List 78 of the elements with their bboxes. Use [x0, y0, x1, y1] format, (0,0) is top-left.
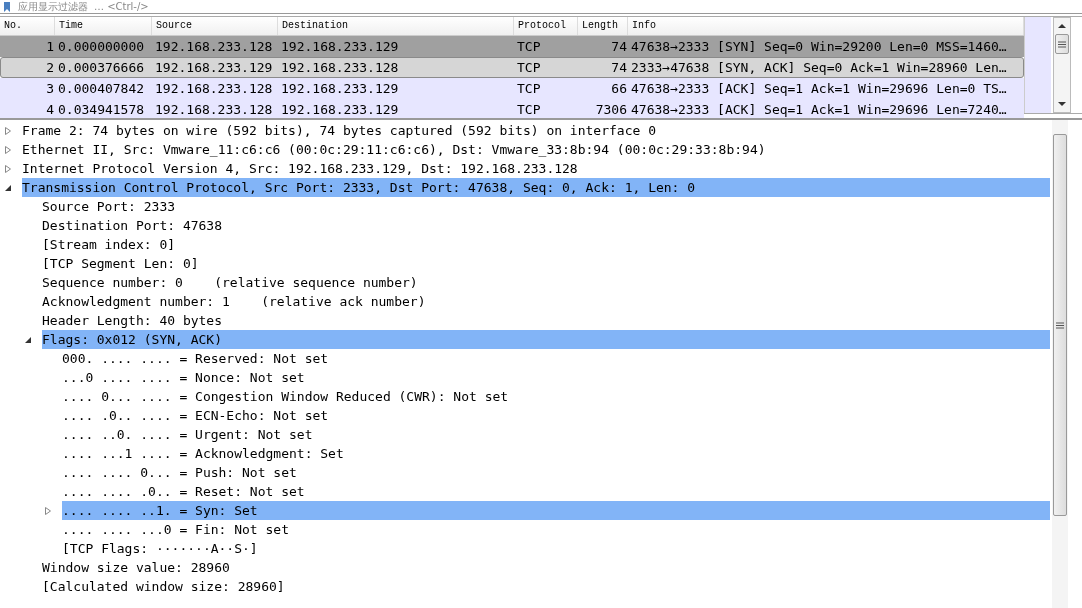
packet-row[interactable]: 2 0.000376666 192.168.233.129 192.168.233.128 TCP 74 2333→47638 [SYN, ACK] Seq=0 Ack=1 Win=28960 Len…: [0, 57, 1024, 78]
collapsed-arrow-icon[interactable]: [4, 126, 12, 135]
column-header[interactable]: Protocol: [514, 17, 578, 35]
table-cell-text: 192.168.233.129: [280, 80, 400, 98]
tree-item[interactable]: Flags: 0x012 (SYN, ACK): [42, 330, 1050, 349]
bookmark-icon[interactable]: [2, 1, 12, 12]
column-header[interactable]: Length: [578, 17, 628, 35]
table-cell-text: 74: [610, 38, 628, 56]
tree-item[interactable]: [TCP Segment Len: 0]: [42, 254, 1050, 273]
tree-item[interactable]: Internet Protocol Version 4, Src: 192.168.233.129, Dst: 192.168.233.128: [22, 159, 1050, 178]
tree-item[interactable]: Header Length: 40 bytes: [42, 311, 1050, 330]
tree-item[interactable]: .... .... ..1. = Syn: Set: [62, 501, 1050, 520]
table-cell-text: TCP: [516, 38, 542, 56]
tree-item[interactable]: .... ...1 .... = Acknowledgment: Set: [62, 444, 1050, 463]
table-cell-text: 3: [45, 80, 55, 98]
tree-item[interactable]: Destination Port: 47638: [42, 216, 1050, 235]
tree-item[interactable]: .... .0.. .... = ECN-Echo: Not set: [62, 406, 1050, 425]
tree-item[interactable]: .... .... 0... = Push: Not set: [62, 463, 1050, 482]
column-header[interactable]: Time: [55, 17, 152, 35]
tree-item[interactable]: [TCP Flags: ·······A··S·]: [62, 539, 1050, 558]
tree-item[interactable]: Transmission Control Protocol, Src Port: 2333, Dst Port: 47638, Seq: 0, Ack: 1, Len: 0: [22, 178, 1050, 197]
table-cell-text: 192.168.233.129: [280, 38, 400, 56]
filter-hint: … <Ctrl-/>: [94, 1, 149, 12]
scrollbar-thumb[interactable]: [1055, 34, 1069, 54]
expanded-arrow-icon[interactable]: [24, 335, 32, 344]
tree-item[interactable]: .... .... .0.. = Reset: Not set: [62, 482, 1050, 501]
table-cell-text: 74: [610, 59, 628, 77]
filter-field[interactable]: 应用显示过滤器: [18, 1, 88, 12]
column-header[interactable]: No.: [0, 17, 55, 35]
packet-row[interactable]: 3 0.000407842 192.168.233.128 192.168.233.129 TCP 66 47638→2333 [ACK] Seq=1 Ack=1 Win=29696 Len=0 TS…: [0, 78, 1024, 99]
scrollbar-thumb[interactable]: [1053, 134, 1067, 516]
tree-item[interactable]: Ethernet II, Src: Vmware_11:c6:c6 (00:0c:29:11:c6:c6), Dst: Vmware_33:8b:94 (00:0c:29:33:8b:94): [22, 140, 1050, 159]
tree-item[interactable]: .... .... ...0 = Fin: Not set: [62, 520, 1050, 539]
table-cell-text: TCP: [516, 80, 542, 98]
table-cell-text: 192.168.233.128: [154, 38, 274, 56]
table-cell-text: 192.168.233.129: [154, 59, 274, 77]
tree-item[interactable]: Source Port: 2333: [42, 197, 1050, 216]
tree-item[interactable]: .... ..0. .... = Urgent: Not set: [62, 425, 1050, 444]
table-cell-text: TCP: [516, 59, 542, 77]
tree-item[interactable]: Frame 2: 74 bytes on wire (592 bits), 74 bytes captured (592 bits) on interface 0: [22, 121, 1050, 140]
column-header[interactable]: Destination: [278, 17, 514, 35]
table-cell-text: 2333→47638 [SYN, ACK] Seq=0 Ack=1 Win=28960 Len…: [630, 59, 1008, 77]
tree-item[interactable]: ...0 .... .... = Nonce: Not set: [62, 368, 1050, 387]
table-cell-text: 2: [45, 59, 55, 77]
packet-row[interactable]: 1 0.000000000 192.168.233.128 192.168.233.129 TCP 74 47638→2333 [SYN] Seq=0 Win=29200 Len=0 MSS=1460…: [0, 36, 1024, 57]
grip-icon: [1056, 321, 1064, 329]
table-cell-text: 4: [45, 101, 55, 119]
collapsed-arrow-icon[interactable]: [4, 145, 12, 154]
collapsed-arrow-icon[interactable]: [44, 506, 52, 515]
table-cell-text: 66: [610, 80, 628, 98]
table-cell-text: 47638→2333 [ACK] Seq=1 Ack=1 Win=29696 Len=0 TS…: [630, 80, 1008, 98]
table-cell-text: 1: [45, 38, 55, 56]
table-cell-text: 7306: [594, 101, 628, 119]
table-cell-text: 0.000000000: [57, 38, 146, 56]
packet-row[interactable]: 4 0.034941578 192.168.233.128 192.168.233.129 TCP 7306 47638→2333 [ACK] Seq=1 Ack=1 Win=29696 Len=7240…: [0, 99, 1024, 120]
table-cell-text: 47638→2333 [ACK] Seq=1 Ack=1 Win=29696 Len=7240…: [630, 101, 1008, 119]
scroll-up-icon[interactable]: [1058, 22, 1066, 30]
tree-item[interactable]: Sequence number: 0 (relative sequence number): [42, 273, 1050, 292]
tree-item[interactable]: .... 0... .... = Congestion Window Reduced (CWR): Not set: [62, 387, 1050, 406]
scroll-down-icon[interactable]: [1058, 100, 1066, 108]
table-cell-text: 192.168.233.128: [154, 101, 274, 119]
table-cell-text: 0.000407842: [57, 80, 146, 98]
table-cell-text: 0.000376666: [57, 59, 146, 77]
grip-icon: [1058, 40, 1066, 48]
table-cell-text: 192.168.233.128: [154, 80, 274, 98]
table-cell-text: 192.168.233.128: [280, 59, 400, 77]
tree-item[interactable]: [Stream index: 0]: [42, 235, 1050, 254]
column-header[interactable]: Source: [152, 17, 278, 35]
tree-item[interactable]: [Calculated window size: 28960]: [42, 577, 1050, 596]
collapsed-arrow-icon[interactable]: [4, 164, 12, 173]
table-cell-text: 47638→2333 [SYN] Seq=0 Win=29200 Len=0 MSS=1460…: [630, 38, 1008, 56]
expanded-arrow-icon[interactable]: [4, 183, 12, 192]
table-cell-text: 0.034941578: [57, 101, 146, 119]
tree-item[interactable]: Window size value: 28960: [42, 558, 1050, 577]
tree-item[interactable]: 000. .... .... = Reserved: Not set: [62, 349, 1050, 368]
table-cell-text: 192.168.233.129: [280, 101, 400, 119]
tree-item[interactable]: Acknowledgment number: 1 (relative ack number): [42, 292, 1050, 311]
table-cell-text: TCP: [516, 101, 542, 119]
